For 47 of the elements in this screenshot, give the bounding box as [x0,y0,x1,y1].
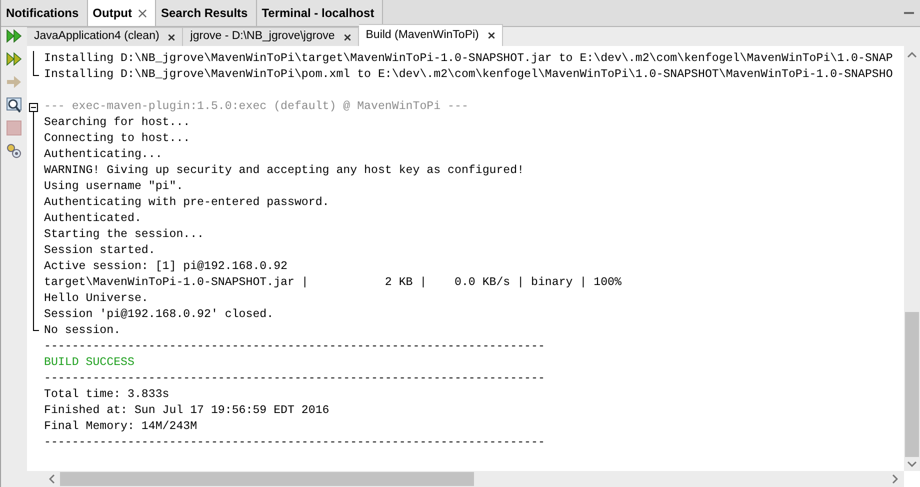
output-line: Authenticating with pre-entered password. [44,195,330,211]
window-tab[interactable]: Terminal - localhost [256,0,384,26]
output-line: Starting the session... [44,227,204,243]
scroll-left-icon[interactable] [49,474,55,484]
collapse-toggle[interactable] [29,103,38,112]
output-line: Final Memory: 14M/243M [44,419,198,435]
console-tab[interactable]: JavaApplication4 (clean) [27,27,184,46]
window-tab[interactable]: Notifications [1,0,88,26]
scroll-right-icon[interactable] [892,474,898,484]
output-line: WARNING! Giving up security and accepting any host key as configured! [44,163,524,179]
output-line: BUILD SUCCESS [44,355,134,371]
close-icon[interactable] [168,34,176,40]
output-line: ------------------------------------------------------------------------ [44,371,545,387]
output-line: ------------------------------------------------------------------------ [44,339,545,355]
vertical-scrollbar[interactable] [904,46,920,471]
output-line: Searching for host... [44,115,190,131]
scroll-down-icon[interactable] [907,461,917,467]
output-line: Authenticated. [44,211,142,227]
console-tab[interactable]: Build (MavenWinToPi) [358,24,503,46]
output-line: target\MavenWinToPi-1.0-SNAPSHOT.jar | 2 KB | 0.0 KB/s | binary | 100% [44,275,622,291]
output-line: --- exec-maven-plugin:1.5.0:exec (default) @ MavenWinToPi --- [44,99,468,115]
output-line: Total time: 3.833s [44,387,170,403]
output-line: ------------------------------------------------------------------------ [44,435,545,451]
close-icon[interactable] [344,34,351,40]
magnifier-icon[interactable] [6,97,22,113]
output-line: Using username "pi". [44,179,184,195]
close-icon[interactable] [488,32,495,39]
scrollbar-thumb[interactable] [905,312,919,457]
close-icon[interactable] [138,8,147,18]
output-line: Session started. [44,243,156,259]
double-play-icon[interactable] [6,51,22,67]
scroll-up-icon[interactable] [907,52,917,58]
output-line: Finished at: Sun Jul 17 19:56:59 EDT 2016 [44,403,330,419]
output-line: Installing D:\NB_jgrove\MavenWinToPi\pom.xml to E:\dev\.m2\com\kenfogel\MavenWinToPi\1.0-SNAPSHOT\MavenWinToPi-1.0-SNAPSHO [44,67,893,83]
fold-guide [33,51,39,76]
window-tab[interactable]: Search Results [156,0,257,26]
output-line: Authenticating... [44,147,162,163]
horizontal-scrollbar[interactable] [27,471,904,487]
window-tab[interactable]: Output [88,0,156,26]
output-line: Installing D:\NB_jgrove\MavenWinToPi\target\MavenWinToPi-1.0-SNAPSHOT.jar to E:\dev\.m2\com\kenfogel\MavenWinToPi\1.0-SNAP [44,51,893,67]
console-tab[interactable]: jgrove - D:\NB_jgrove\jgrove [183,27,359,46]
scrollbar-thumb[interactable] [60,472,474,486]
output-line: Session 'pi@192.168.0.92' closed. [44,307,274,323]
output-line: Connecting to host... [44,131,190,147]
output-line: Hello Universe. [44,291,148,307]
output-line: Active session: [1] pi@192.168.0.92 [44,259,288,275]
output-line: No session. [44,323,121,339]
